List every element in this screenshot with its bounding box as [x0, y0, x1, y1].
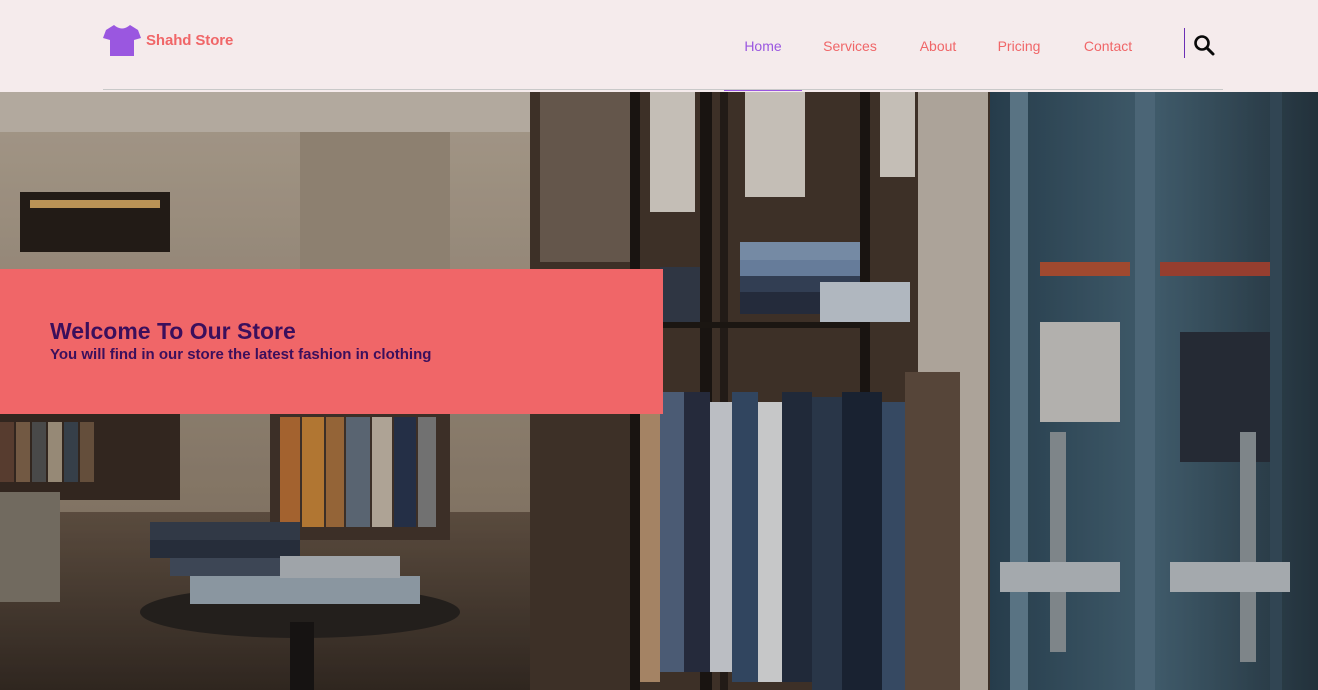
nav-services-label: Services	[823, 37, 877, 54]
hero-section: Welcome To Our Store You will find in ou…	[0, 92, 1318, 690]
nav-pricing[interactable]: Pricing	[988, 0, 1050, 91]
nav-services[interactable]: Services	[812, 0, 888, 91]
brand-name: Shahd Store	[146, 31, 234, 49]
header-divider	[103, 89, 1223, 90]
tshirt-icon	[102, 23, 142, 57]
brand-logo[interactable]: Shahd Store	[102, 22, 233, 58]
nav-pricing-label: Pricing	[997, 37, 1041, 54]
search-button[interactable]	[1192, 33, 1216, 57]
search-icon	[1192, 33, 1216, 57]
nav-home-label: Home	[744, 37, 782, 54]
search-divider	[1184, 28, 1185, 58]
site-header: Shahd Store Home Services About Pricing …	[0, 0, 1318, 91]
hero-title: Welcome To Our Store	[50, 318, 296, 344]
nav-about-label: About	[919, 37, 957, 54]
nav-contact-label: Contact	[1083, 37, 1133, 54]
nav-home[interactable]: Home	[724, 0, 802, 91]
nav-contact[interactable]: Contact	[1072, 0, 1144, 91]
welcome-banner: Welcome To Our Store You will find in ou…	[0, 269, 663, 414]
nav-about[interactable]: About	[908, 0, 968, 91]
hero-subtitle: You will find in our store the latest fa…	[50, 346, 432, 363]
